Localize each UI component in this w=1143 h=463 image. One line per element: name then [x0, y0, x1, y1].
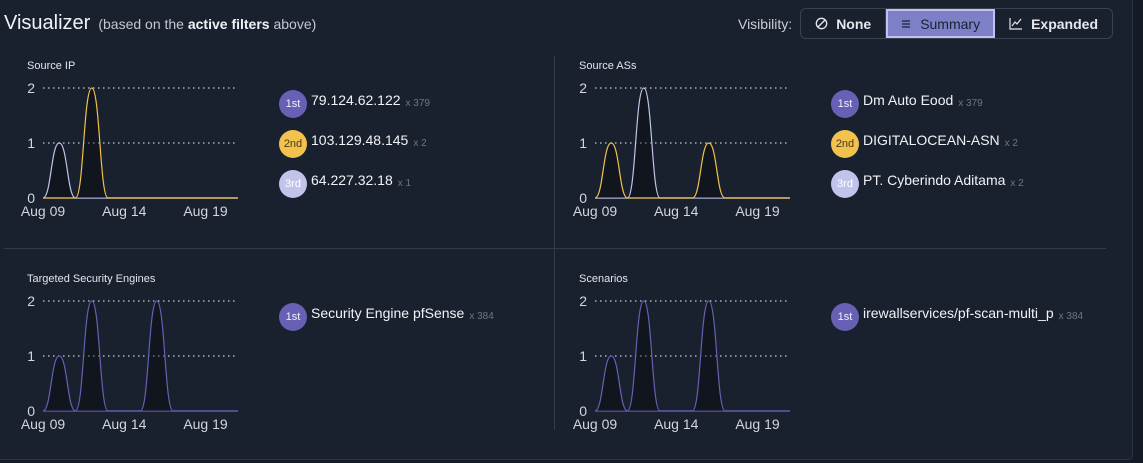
divider-horizontal	[4, 248, 1106, 249]
chart-scenarios: 012Aug 09 Aug 14 Aug 19	[573, 293, 790, 432]
x-tick-label: Aug 19	[183, 203, 228, 219]
y-tick-label: 1	[579, 348, 587, 364]
subtitle-bold: active filters	[187, 16, 270, 32]
y-tick-label: 2	[579, 80, 587, 96]
top-list: 1st Dm Auto Eood x 379 2nd DIGITALOCEAN-ASN x…	[831, 84, 1024, 204]
top-list-item[interactable]: 3rd PT. Cyberindo Aditama x 2	[831, 164, 1024, 204]
top-list: 1st 79.124.62.122 x 379 2nd 103.129.48.145 x …	[279, 84, 430, 204]
top-list-item[interactable]: 1st 79.124.62.122 x 379	[279, 84, 430, 124]
visibility-summary-label: Summary	[920, 15, 981, 32]
panel-title: Scenarios	[579, 273, 628, 285]
series-line	[594, 142, 790, 199]
y-tick-label: 2	[27, 293, 35, 309]
panel-title: Source IP	[27, 60, 76, 72]
y-tick-label: 2	[579, 293, 587, 309]
x-tick-label: Aug 09	[573, 416, 618, 432]
page-subtitle: (based on the active filters above)	[98, 16, 316, 32]
x-tick-label: Aug 14	[102, 203, 147, 219]
rank-badge: 2nd	[831, 130, 859, 158]
y-tick-label: 1	[27, 135, 35, 151]
page-title: Visualizer	[4, 12, 91, 34]
panel-source-as: Source ASs 0 1 2 Aug 09 Aug 14 Aug 19 1st Dm A…	[555, 54, 1095, 239]
top-list-item[interactable]: 1st Security Engine pfSense x 384	[279, 297, 494, 337]
panel-scenarios: Scenarios 0 1 2 Aug 09 Aug 14 Aug 19 1st irewa…	[555, 267, 1095, 452]
chart-security-engines: 012Aug 09 Aug 14 Aug 19	[21, 293, 238, 432]
visibility-expanded-button[interactable]: Expanded	[995, 9, 1112, 38]
y-tick-label: 1	[579, 135, 587, 151]
item-count: x 379	[958, 97, 983, 109]
rank-badge: 1st	[279, 90, 307, 118]
item-name: Security Engine pfSense	[311, 305, 465, 321]
item-count: x 2	[1010, 177, 1024, 189]
panel-title: Source ASs	[579, 60, 637, 72]
series-area	[43, 143, 238, 198]
top-list: 1st irewallservices/pf-scan-multi_p x 384	[831, 297, 1083, 337]
visibility-summary-button[interactable]: Summary	[886, 9, 996, 38]
item-count: x 1	[397, 177, 412, 189]
top-list-item[interactable]: 1st Dm Auto Eood x 379	[831, 84, 1024, 124]
subtitle-prefix: (based on the	[98, 16, 184, 32]
visibility-control: Visibility: None Summary Expanded	[738, 8, 1113, 39]
x-tick-label: Aug 19	[735, 416, 780, 432]
chart-source-as: 012Aug 09 Aug 14 Aug 19	[573, 80, 790, 219]
visibility-toggle-group: None Summary Expanded	[800, 8, 1113, 39]
list-icon	[902, 19, 911, 28]
visualizer-header: Visualizer (based on the active filters …	[4, 12, 316, 35]
item-name: DIGITALOCEAN-ASN	[863, 132, 1000, 148]
series-line	[42, 142, 238, 199]
x-tick-label: Aug 14	[102, 416, 147, 432]
rank-badge: 1st	[831, 90, 859, 118]
rank-badge: 3rd	[831, 170, 859, 198]
visibility-expanded-label: Expanded	[1031, 15, 1098, 32]
item-count: x 2	[1004, 137, 1018, 149]
item-name: 79.124.62.122	[311, 92, 401, 108]
item-name: 103.129.48.145	[311, 132, 409, 148]
panel-source-ip: Source IP 0 1 2 Aug 09 Aug 14 Aug 19 1st 79.12…	[3, 54, 543, 239]
top-list-item[interactable]: 3rd 64.227.32.18 x 1	[279, 164, 430, 204]
subtitle-suffix: above)	[273, 16, 317, 32]
chart-source-ip: 012Aug 09 Aug 14 Aug 19	[21, 80, 238, 219]
rank-badge: 1st	[279, 303, 307, 331]
x-tick-label: Aug 09	[21, 203, 66, 219]
panel-security-engines: Targeted Security Engines 0 1 2 Aug 09 Aug 1…	[3, 267, 543, 452]
y-tick-label: 2	[27, 80, 35, 96]
x-tick-label: Aug 09	[573, 203, 618, 219]
item-count: x 379	[405, 97, 430, 109]
visibility-label: Visibility:	[737, 15, 793, 32]
y-tick-label: 1	[27, 348, 35, 364]
top-list-item[interactable]: 2nd DIGITALOCEAN-ASN x 2	[831, 124, 1024, 164]
item-count: x 384	[1058, 310, 1084, 322]
scrollbar-track[interactable]	[1133, 0, 1143, 463]
line-chart-icon	[1009, 18, 1023, 30]
rank-badge: 1st	[831, 303, 859, 331]
visibility-none-label: None	[836, 15, 872, 32]
x-tick-label: Aug 14	[654, 416, 699, 432]
slash-circle-icon	[815, 17, 828, 30]
item-name: 64.227.32.18	[311, 172, 393, 188]
x-tick-label: Aug 19	[735, 203, 780, 219]
rank-badge: 3rd	[279, 170, 307, 198]
panel-title: Targeted Security Engines	[27, 273, 156, 285]
item-count: x 384	[469, 310, 494, 322]
series-area	[595, 143, 790, 198]
top-list: 1st Security Engine pfSense x 384	[279, 297, 494, 337]
x-tick-label: Aug 14	[654, 203, 699, 219]
visibility-none-button[interactable]: None	[801, 9, 887, 38]
x-tick-label: Aug 19	[183, 416, 228, 432]
item-name: PT. Cyberindo Aditama	[863, 172, 1006, 188]
rank-badge: 2nd	[279, 130, 307, 158]
top-list-item[interactable]: 2nd 103.129.48.145 x 2	[279, 124, 430, 164]
top-list-item[interactable]: 1st irewallservices/pf-scan-multi_p x 384	[831, 297, 1083, 337]
x-tick-label: Aug 09	[21, 416, 66, 432]
item-count: x 2	[413, 137, 427, 149]
item-name: Dm Auto Eood	[863, 92, 954, 108]
item-name: irewallservices/pf-scan-multi_p	[863, 305, 1054, 321]
